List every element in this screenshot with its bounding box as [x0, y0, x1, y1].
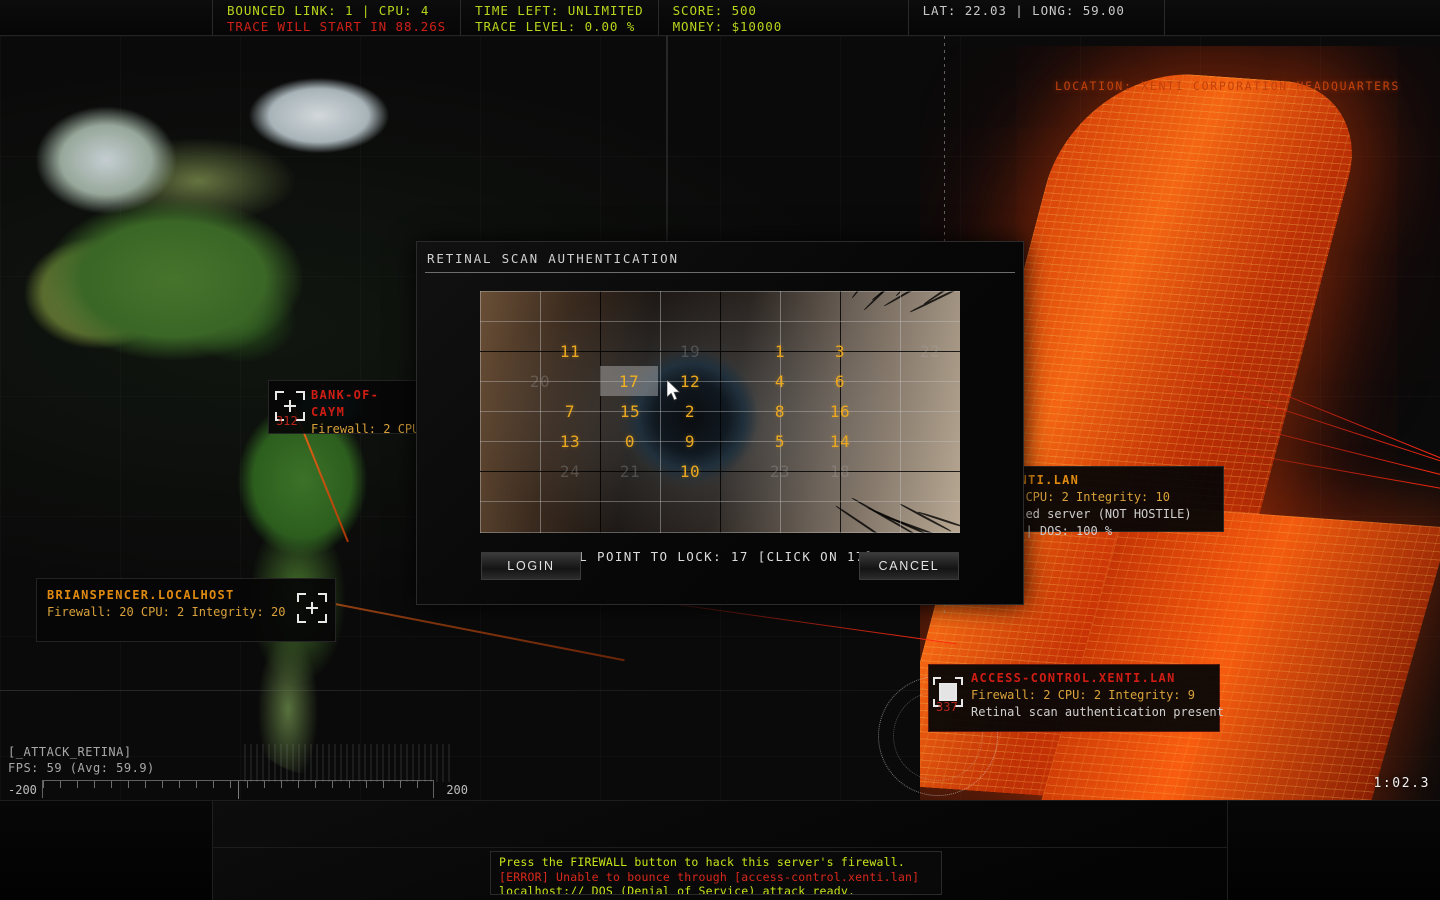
node-title: ENTI.LAN — [1011, 472, 1215, 489]
retina-scan-image[interactable]: 1119132220171246715281613095142421102318 — [480, 291, 960, 533]
control-point-12[interactable]: 12 — [660, 366, 720, 396]
bottom-panel: FIREWALLD.O.SEMPVOICEPRINTRETINAKEY CRAC… — [0, 800, 1440, 900]
status-group-time: Time left: Unlimited Trace level: 0.00 % — [461, 0, 659, 35]
node-stats: Firewall: 2 CPU: 2 Integrity: 9 — [971, 687, 1211, 704]
trace-level-value: Trace level: 0.00 % — [475, 19, 644, 35]
control-point-4[interactable]: 4 — [750, 366, 810, 396]
dialog-actions: Login Cancel — [417, 552, 1023, 580]
lat-value: Lat: 22.03 — [923, 3, 1007, 18]
node-title: Bank-Of-Caym — [311, 387, 409, 421]
status-group-score: Score: 500 Money: $10000 — [659, 0, 909, 35]
status-group-link: Bounced link: 1 | CPU: 4 Trace will star… — [212, 0, 461, 35]
control-point-11[interactable]: 11 — [540, 336, 600, 366]
control-point-3[interactable]: 3 — [810, 336, 870, 366]
control-point-18: 18 — [810, 456, 870, 486]
scrub-track[interactable] — [42, 780, 434, 798]
node-access-control-number: 337 — [936, 700, 958, 714]
control-point-5[interactable]: 5 — [750, 426, 810, 456]
control-point-14[interactable]: 14 — [810, 426, 870, 456]
long-value: Long: 59.00 — [1032, 3, 1125, 18]
status-group-coords: Lat: 22.03 | Long: 59.00 — [909, 0, 1165, 35]
control-point-23: 23 — [750, 456, 810, 486]
control-point-16[interactable]: 16 — [810, 396, 870, 426]
coord-separator: | — [1015, 3, 1032, 18]
cpu-value: CPU: 4 — [379, 3, 430, 18]
control-point-17[interactable]: 17 — [600, 366, 658, 396]
control-point-10[interactable]: 10 — [660, 456, 720, 486]
scrub-max-label: 200 — [446, 783, 468, 797]
game-screen: Bounced link: 1 | CPU: 4 Trace will star… — [0, 0, 1440, 900]
status-bar-left-pad — [0, 0, 212, 35]
control-point-6[interactable]: 6 — [810, 366, 870, 396]
node-access-control-xenti-lan[interactable]: ACCESS-CONTROL.XENTI.LAN Firewall: 2 CPU… — [928, 664, 1220, 732]
console-line: [ERROR] Unable to bounce through [access… — [499, 870, 933, 885]
console-line: localhost:// DOS (Denial of Service) att… — [499, 884, 933, 895]
control-point-19: 19 — [660, 336, 720, 366]
control-point-9[interactable]: 9 — [660, 426, 720, 456]
control-point-24: 24 — [540, 456, 600, 486]
node-title: ACCESS-CONTROL.XENTI.LAN — [971, 670, 1211, 687]
control-point-13[interactable]: 13 — [540, 426, 600, 456]
dialog-title: Retinal scan authentication — [417, 242, 1023, 272]
node-bank-number: 312 — [276, 414, 298, 428]
retinal-scan-dialog: Retinal scan authentication 111913222017… — [416, 241, 1024, 605]
control-point-7[interactable]: 7 — [540, 396, 600, 426]
control-point-0[interactable]: 0 — [600, 426, 660, 456]
status-bar: Bounced link: 1 | CPU: 4 Trace will star… — [0, 0, 1440, 36]
location-label: LOCATION: XENTI CORPORATION HEADQUARTERS — [1055, 79, 1400, 93]
time-left-value: Time left: Unlimited — [475, 3, 644, 19]
node-stats: 2 CPU: 2 Integrity: 10 — [1011, 489, 1215, 506]
money-value: Money: $10000 — [673, 19, 894, 35]
node-description: lled server (NOT HOSTILE) — [1011, 506, 1215, 523]
control-point-grid[interactable]: 1119132220171246715281613095142421102318 — [480, 291, 960, 533]
scrub-midpoint-marker — [238, 781, 239, 799]
timeline-scrubber[interactable]: -200 200 — [8, 780, 468, 802]
console-line: Press the FIREWALL button to hack this s… — [499, 855, 933, 870]
control-point-22: 22 — [900, 336, 960, 366]
node-reticle-icon — [297, 593, 327, 623]
control-point-20: 20 — [510, 366, 570, 396]
dialog-title-divider — [425, 272, 1015, 273]
horizon-line — [0, 690, 1440, 691]
trace-start-value: Trace will start in 88.26s — [227, 19, 446, 35]
bottom-panel-divider — [212, 847, 1228, 848]
control-point-8[interactable]: 8 — [750, 396, 810, 426]
node-auth-note: Retinal scan authentication present — [971, 704, 1211, 721]
node-dos-status: % | DOS: 100 % — [1011, 523, 1215, 540]
mission-timer: 1:02.3 — [1373, 776, 1430, 791]
score-value: Score: 500 — [673, 3, 894, 19]
console-log[interactable]: Press the FIREWALL button to hack this s… — [490, 851, 942, 895]
control-point-1[interactable]: 1 — [750, 336, 810, 366]
node-brianspencer-localhost[interactable]: BRIANSPENCER.LOCALHOST Firewall: 20 CPU:… — [36, 578, 336, 642]
node-xenti-lan[interactable]: ENTI.LAN 2 CPU: 2 Integrity: 10 lled ser… — [1002, 466, 1224, 532]
telemetry-histogram — [244, 744, 452, 782]
control-point-21: 21 — [600, 456, 660, 486]
node-stats: Firewall: 20 CPU: 2 Integrity: 20 — [47, 604, 325, 621]
status-bar-right-pad — [1165, 0, 1440, 35]
control-point-2[interactable]: 2 — [660, 396, 720, 426]
status-separator: | — [362, 3, 379, 18]
bounced-link-value: Bounced link: 1 — [227, 3, 353, 18]
scrub-min-label: -200 — [8, 783, 37, 797]
cancel-button[interactable]: Cancel — [859, 552, 959, 580]
control-point-15[interactable]: 15 — [600, 396, 660, 426]
node-title: BRIANSPENCER.LOCALHOST — [47, 587, 325, 604]
login-button[interactable]: Login — [481, 552, 581, 580]
node-stats: Firewall: 2 CPU: — [311, 421, 409, 438]
